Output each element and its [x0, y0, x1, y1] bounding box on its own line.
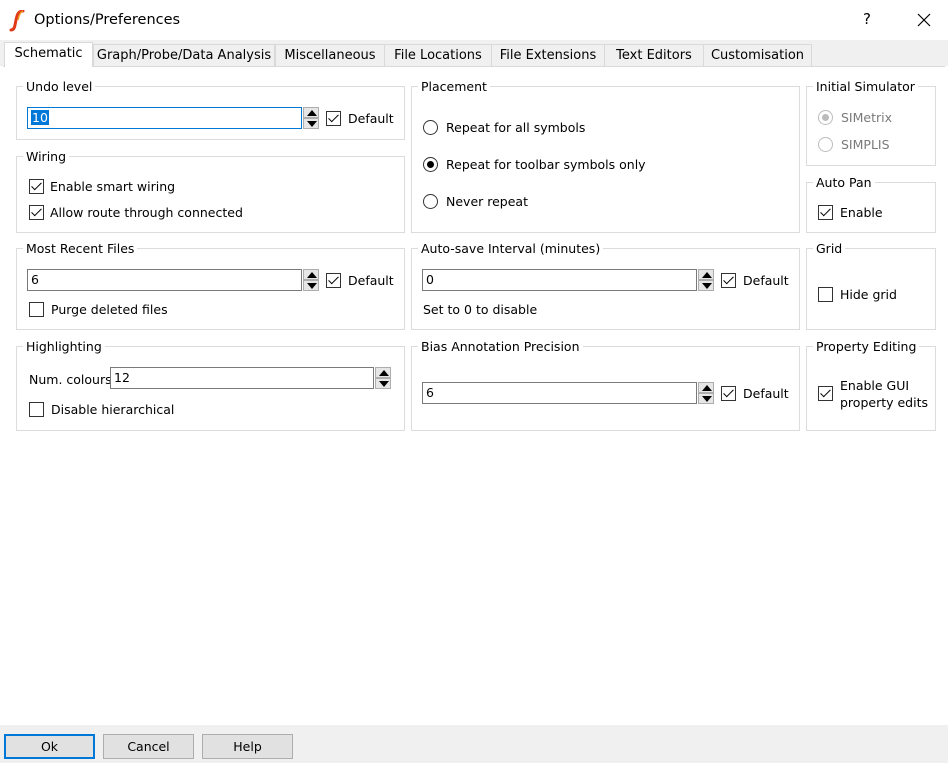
highlighting-title: Highlighting — [23, 339, 105, 354]
autosave-spinner[interactable] — [698, 269, 714, 291]
num-colours-input[interactable]: 12 — [110, 367, 374, 389]
bias-precision-title: Bias Annotation Precision — [418, 339, 583, 354]
hide-grid-label: Hide grid — [840, 287, 897, 302]
disable-hierarchical-label: Disable hierarchical — [51, 402, 175, 417]
bias-precision-default-checkbox[interactable] — [721, 386, 736, 401]
close-icon[interactable] — [910, 8, 938, 32]
spin-down-icon[interactable] — [375, 378, 391, 389]
initial-simulator-group — [806, 86, 936, 166]
spin-down-icon[interactable] — [303, 118, 319, 129]
recent-files-title: Most Recent Files — [23, 241, 138, 256]
placement-never-radio[interactable] — [423, 194, 438, 209]
cancel-button[interactable]: Cancel — [103, 734, 194, 759]
tab-file-locations[interactable]: File Locations — [384, 44, 492, 66]
wiring-title: Wiring — [23, 149, 70, 164]
hide-grid-checkbox[interactable] — [818, 287, 833, 302]
recent-files-input[interactable]: 6 — [27, 269, 302, 291]
help-question-icon[interactable]: ? — [856, 10, 878, 30]
recent-files-default-label: Default — [348, 273, 394, 288]
auto-pan-label: Enable — [840, 205, 883, 220]
tab-miscellaneous[interactable]: Miscellaneous — [275, 44, 385, 66]
placement-all-radio[interactable] — [423, 120, 438, 135]
tab-text-editors[interactable]: Text Editors — [604, 44, 704, 66]
undo-level-title: Undo level — [23, 79, 96, 94]
tab-schematic[interactable]: Schematic — [4, 42, 93, 67]
spin-down-icon[interactable] — [698, 393, 714, 404]
spin-up-icon[interactable] — [303, 269, 319, 280]
simetrix-label: SIMetrix — [841, 110, 893, 125]
placement-all-label: Repeat for all symbols — [446, 120, 586, 135]
route-through-checkbox[interactable] — [29, 205, 44, 220]
smart-wiring-label: Enable smart wiring — [50, 179, 176, 194]
simplis-radio[interactable] — [818, 137, 833, 152]
initial-simulator-title: Initial Simulator — [813, 79, 918, 94]
auto-pan-checkbox[interactable] — [818, 205, 833, 220]
spin-up-icon[interactable] — [698, 269, 714, 280]
recent-files-default-checkbox[interactable] — [326, 273, 341, 288]
property-editing-title: Property Editing — [813, 339, 920, 354]
wiring-group — [16, 156, 405, 233]
purge-deleted-checkbox[interactable] — [29, 302, 44, 317]
auto-pan-title: Auto Pan — [813, 175, 875, 190]
undo-level-input[interactable]: 10 — [27, 107, 302, 129]
num-colours-label: Num. colours — [29, 372, 112, 387]
help-button[interactable]: Help — [202, 734, 293, 759]
undo-level-default-checkbox[interactable] — [326, 111, 341, 126]
autosave-hint: Set to 0 to disable — [423, 302, 538, 317]
window-title: Options/Preferences — [34, 12, 181, 28]
placement-toolbar-radio[interactable] — [423, 157, 438, 172]
simetrix-radio[interactable] — [818, 110, 833, 125]
bias-precision-spinner[interactable] — [698, 382, 714, 404]
autosave-title: Auto-save Interval (minutes) — [418, 241, 604, 256]
tab-customisation[interactable]: Customisation — [703, 44, 812, 66]
gui-property-edits-label-line1: Enable GUI — [840, 378, 910, 393]
grid-title: Grid — [813, 241, 846, 256]
simetrix-logo-icon — [9, 9, 27, 32]
undo-level-spinner[interactable] — [303, 107, 319, 129]
bias-precision-default-label: Default — [743, 386, 789, 401]
recent-files-spinner[interactable] — [303, 269, 319, 291]
tab-graph-probe-data-analysis[interactable]: Graph/Probe/Data Analysis — [93, 44, 275, 66]
gui-property-edits-checkbox[interactable] — [818, 386, 833, 401]
smart-wiring-checkbox[interactable] — [29, 179, 44, 194]
spin-down-icon[interactable] — [303, 280, 319, 291]
spin-down-icon[interactable] — [698, 280, 714, 291]
undo-level-default-label: Default — [348, 111, 394, 126]
disable-hierarchical-checkbox[interactable] — [29, 402, 44, 417]
autosave-input[interactable]: 0 — [422, 269, 697, 291]
ok-button[interactable]: Ok — [4, 734, 95, 759]
bias-precision-input[interactable]: 6 — [422, 382, 697, 404]
placement-never-label: Never repeat — [446, 194, 528, 209]
spin-up-icon[interactable] — [303, 107, 319, 118]
placement-toolbar-label: Repeat for toolbar symbols only — [446, 157, 646, 172]
placement-title: Placement — [418, 79, 490, 94]
simplis-label: SIMPLIS — [841, 137, 890, 152]
tab-file-extensions[interactable]: File Extensions — [491, 44, 605, 66]
autosave-default-checkbox[interactable] — [721, 273, 736, 288]
spin-up-icon[interactable] — [375, 367, 391, 378]
spin-up-icon[interactable] — [698, 382, 714, 393]
gui-property-edits-label-line2: property edits — [840, 395, 928, 410]
autosave-default-label: Default — [743, 273, 789, 288]
purge-deleted-label: Purge deleted files — [51, 302, 168, 317]
route-through-label: Allow route through connected — [50, 205, 243, 220]
num-colours-spinner[interactable] — [375, 367, 391, 389]
